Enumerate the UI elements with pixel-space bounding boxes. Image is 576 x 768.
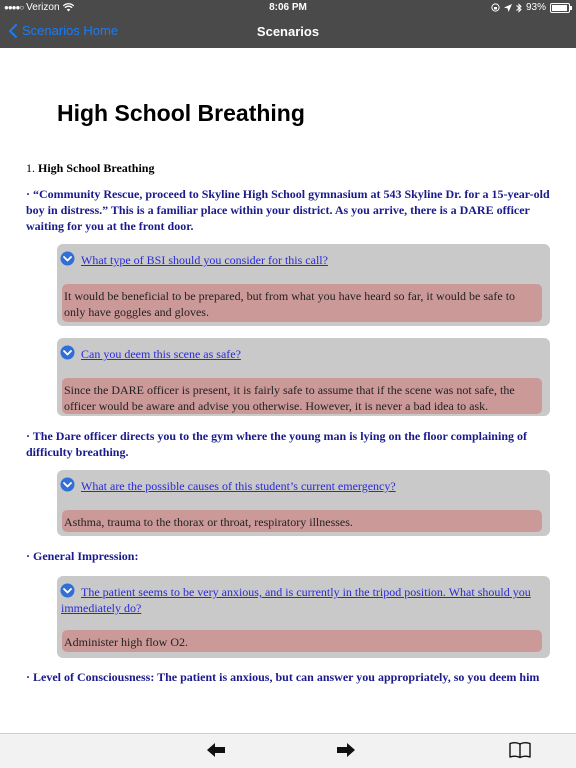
scenario-content[interactable]: High School Breathing 1. High School Bre… xyxy=(0,48,576,734)
qa-question-link[interactable]: What type of BSI should you consider for… xyxy=(61,252,542,268)
scenario-bullet: · “Community Rescue, proceed to Skyline … xyxy=(26,187,550,233)
book-icon[interactable] xyxy=(509,741,531,759)
status-time: 8:06 PM xyxy=(269,2,307,13)
status-right: 93% xyxy=(491,2,572,13)
qa-question-link[interactable]: The patient seems to be very anxious, an… xyxy=(61,584,542,616)
qa-answer: Administer high flow O2. xyxy=(62,630,542,652)
qa-card: The patient seems to be very anxious, an… xyxy=(57,576,550,658)
arrow-right-icon[interactable] xyxy=(336,742,356,758)
navigation-bar: Scenarios Home Scenarios xyxy=(0,16,576,48)
status-bar: ●●●●○ Verizon 8:06 PM 93% xyxy=(0,0,576,16)
qa-answer: It would be beneficial to be prepared, b… xyxy=(62,284,542,322)
battery-percent: 93% xyxy=(525,2,546,13)
qa-card: What type of BSI should you consider for… xyxy=(57,244,550,326)
qa-question-link[interactable]: Can you deem this scene as safe? xyxy=(61,346,542,362)
battery-icon xyxy=(550,2,572,13)
qa-answer: Asthma, trauma to the thorax or throat, … xyxy=(62,510,542,532)
scenario-bullet: · The Dare officer directs you to the gy… xyxy=(26,429,527,459)
section-number: 1. xyxy=(26,161,35,175)
qa-card: Can you deem this scene as safe? Since t… xyxy=(57,338,550,416)
scenario-bullet: · Level of Consciousness: The patient is… xyxy=(26,670,540,684)
qa-card: What are the possible causes of this stu… xyxy=(57,470,550,536)
qa-question-link[interactable]: What are the possible causes of this stu… xyxy=(61,478,542,494)
section-heading: 1. High School Breathing xyxy=(26,161,154,176)
nav-title: Scenarios xyxy=(256,24,320,39)
bluetooth-icon xyxy=(516,2,522,13)
battery-level xyxy=(552,4,567,11)
qa-answer: Since the DARE officer is present, it is… xyxy=(62,378,542,414)
location-icon xyxy=(503,3,512,12)
arrow-left-icon[interactable] xyxy=(206,742,226,758)
rotation-lock-icon xyxy=(491,3,500,12)
section-title: High School Breathing xyxy=(38,161,155,175)
bottom-toolbar xyxy=(0,733,576,768)
scenario-bullet: · General Impression: xyxy=(26,549,139,563)
page-title: High School Breathing xyxy=(57,100,305,126)
